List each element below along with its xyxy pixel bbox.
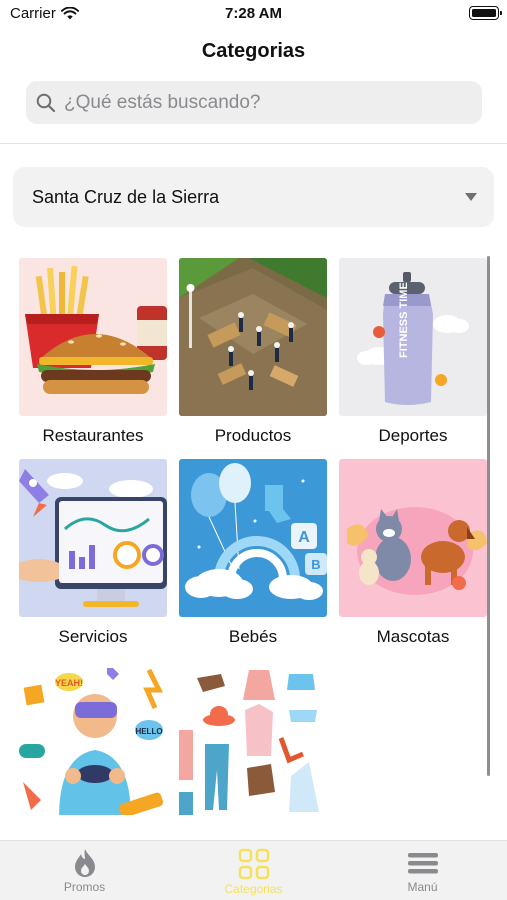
category-bebes[interactable]: A B Bebés bbox=[179, 459, 327, 647]
category-label: Mascotas bbox=[376, 627, 450, 646]
productos-image bbox=[179, 258, 327, 416]
tab-label: Promos bbox=[63, 880, 106, 894]
tab-label: Categorias bbox=[224, 882, 283, 896]
flame-icon bbox=[74, 849, 95, 877]
status-bar: Carrier 7:28 AM bbox=[0, 0, 507, 28]
app-screen: Carrier 7:28 AM Categorias Santa Cruz de… bbox=[0, 0, 507, 900]
grid-icon bbox=[238, 848, 269, 880]
city-dropdown[interactable]: Santa Cruz de la Sierra bbox=[13, 167, 494, 227]
category-entretenimiento[interactable]: YEAH! HELLO bbox=[19, 660, 167, 815]
divider bbox=[0, 143, 507, 144]
restaurantes-image bbox=[19, 258, 167, 416]
category-productos[interactable]: Productos bbox=[179, 258, 327, 446]
svg-text:HELLO: HELLO bbox=[135, 727, 162, 736]
mascotas-image bbox=[339, 459, 487, 617]
category-deportes[interactable]: FITNESS TIME Deportes bbox=[339, 258, 487, 446]
tab-menu[interactable]: Manú bbox=[338, 841, 507, 900]
category-moda[interactable] bbox=[179, 660, 327, 815]
category-label: Bebés bbox=[228, 627, 278, 646]
servicios-image bbox=[19, 459, 167, 617]
category-label: Deportes bbox=[378, 426, 448, 445]
category-label: Productos bbox=[214, 426, 292, 445]
search-icon bbox=[36, 93, 56, 112]
svg-text:B: B bbox=[311, 557, 320, 572]
search-input[interactable] bbox=[64, 91, 464, 114]
svg-text:YEAH!: YEAH! bbox=[55, 678, 83, 688]
deportes-image: FITNESS TIME bbox=[339, 258, 487, 416]
scrollbar[interactable] bbox=[487, 256, 490, 776]
tab-bar: Promos Categorias Manú bbox=[0, 840, 507, 900]
battery-icon bbox=[469, 6, 502, 20]
clock: 7:28 AM bbox=[225, 5, 282, 22]
category-restaurantes[interactable]: Restaurantes bbox=[19, 258, 167, 446]
tab-promos[interactable]: Promos bbox=[0, 841, 169, 900]
category-mascotas[interactable]: Mascotas bbox=[339, 459, 487, 647]
category-label: Restaurantes bbox=[42, 426, 144, 445]
tab-categorias[interactable]: Categorias bbox=[169, 841, 338, 900]
moda-image bbox=[179, 660, 327, 815]
category-grid: Restaurantes Productos FITNESS TIME Depo… bbox=[0, 258, 507, 815]
category-label: Servicios bbox=[58, 627, 128, 646]
entretenimiento-image: YEAH! HELLO bbox=[19, 660, 167, 815]
svg-text:A: A bbox=[298, 529, 310, 546]
svg-text:FITNESS TIME: FITNESS TIME bbox=[398, 282, 410, 358]
page-title: Categorias bbox=[201, 40, 306, 62]
category-servicios[interactable]: Servicios bbox=[19, 459, 167, 647]
chevron-down-icon bbox=[465, 193, 477, 201]
bebes-image: A B bbox=[179, 459, 327, 617]
search-bar[interactable] bbox=[26, 81, 482, 124]
city-dropdown-value: Santa Cruz de la Sierra bbox=[32, 186, 220, 207]
menu-icon bbox=[407, 853, 438, 874]
tab-label: Manú bbox=[407, 880, 438, 894]
